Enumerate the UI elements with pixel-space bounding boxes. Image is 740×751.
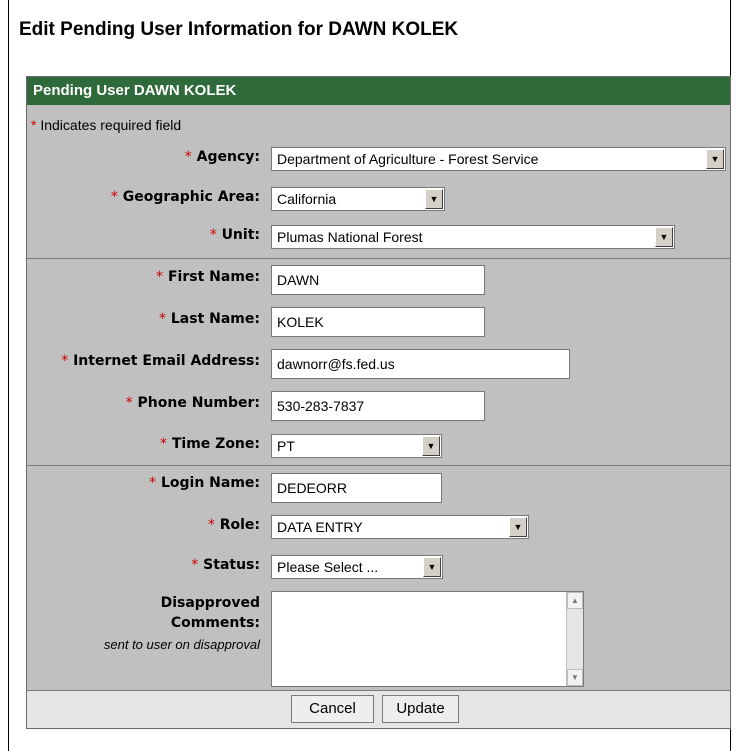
role-row: * Role: DATA ENTRY ▼ — [27, 515, 730, 539]
scroll-up-icon[interactable]: ▲ — [567, 592, 583, 609]
role-value: DATA ENTRY — [277, 519, 363, 535]
last-name-input[interactable]: KOLEK — [271, 307, 485, 337]
status-label: * Status: — [191, 557, 260, 573]
disapproved-comments-sublabel: sent to user on disapproval — [103, 637, 260, 652]
chevron-down-icon[interactable]: ▼ — [425, 189, 443, 209]
page-title: Edit Pending User Information for DAWN K… — [19, 19, 459, 40]
pending-user-panel: Pending User DAWN KOLEK * Indicates requ… — [26, 76, 731, 729]
required-note-text: Indicates required field — [40, 117, 182, 133]
phone-label: * Phone Number: — [125, 395, 260, 411]
geographic-area-row: * Geographic Area: California ▼ — [27, 187, 730, 211]
time-zone-value: PT — [277, 438, 295, 454]
time-zone-select[interactable]: PT ▼ — [271, 434, 442, 458]
time-zone-label: * Time Zone: — [159, 436, 260, 452]
geographic-area-select[interactable]: California ▼ — [271, 187, 445, 211]
agency-value: Department of Agriculture - Forest Servi… — [277, 151, 539, 167]
unit-select[interactable]: Plumas National Forest ▼ — [271, 225, 675, 249]
textarea-scrollbar[interactable]: ▲ ▼ — [566, 592, 583, 686]
login-name-input[interactable]: DEDEORR — [271, 473, 442, 503]
email-input[interactable]: dawnorr@fs.fed.us — [271, 349, 570, 379]
chevron-down-icon[interactable]: ▼ — [422, 436, 440, 456]
unit-row: * Unit: Plumas National Forest ▼ — [27, 225, 730, 249]
last-name-label: * Last Name: — [159, 311, 260, 327]
first-name-label: * First Name: — [156, 269, 260, 285]
required-note: * Indicates required field — [31, 117, 181, 133]
agency-row: * Agency: Department of Agriculture - Fo… — [27, 147, 730, 171]
role-label: * Role: — [207, 517, 260, 533]
update-button[interactable]: Update — [382, 695, 459, 723]
section-divider — [27, 465, 730, 466]
time-zone-row: * Time Zone: PT ▼ — [27, 434, 730, 458]
chevron-down-icon[interactable]: ▼ — [423, 557, 441, 577]
chevron-down-icon[interactable]: ▼ — [706, 149, 724, 169]
geographic-area-label: * Geographic Area: — [110, 189, 260, 205]
required-star: * — [31, 117, 37, 133]
disapproved-comments-row: Disapproved Comments: sent to user on di… — [27, 591, 730, 687]
agency-select[interactable]: Department of Agriculture - Forest Servi… — [271, 147, 726, 171]
unit-value: Plumas National Forest — [277, 229, 423, 245]
first-name-input[interactable]: DAWN — [271, 265, 485, 295]
scroll-down-icon[interactable]: ▼ — [567, 669, 583, 686]
status-select[interactable]: Please Select ... ▼ — [271, 555, 443, 579]
status-value: Please Select ... — [277, 559, 379, 575]
geographic-area-value: California — [277, 191, 337, 207]
disapproved-comments-label: Disapproved Comments: — [160, 595, 260, 631]
unit-label: * Unit: — [209, 227, 260, 243]
role-select[interactable]: DATA ENTRY ▼ — [271, 515, 529, 539]
cancel-button[interactable]: Cancel — [291, 695, 374, 723]
chevron-down-icon[interactable]: ▼ — [509, 517, 527, 537]
button-bar: Cancel Update — [27, 690, 730, 728]
agency-label: * Agency: — [184, 149, 260, 165]
email-label: * Internet Email Address: — [61, 353, 260, 369]
disapproved-comments-textarea[interactable]: ▲ ▼ — [271, 591, 584, 687]
chevron-down-icon[interactable]: ▼ — [655, 227, 673, 247]
login-name-label: * Login Name: — [149, 475, 260, 491]
section-divider — [27, 258, 730, 259]
status-row: * Status: Please Select ... ▼ — [27, 555, 730, 579]
phone-input[interactable]: 530-283-7837 — [271, 391, 485, 421]
panel-header: Pending User DAWN KOLEK — [27, 77, 730, 105]
